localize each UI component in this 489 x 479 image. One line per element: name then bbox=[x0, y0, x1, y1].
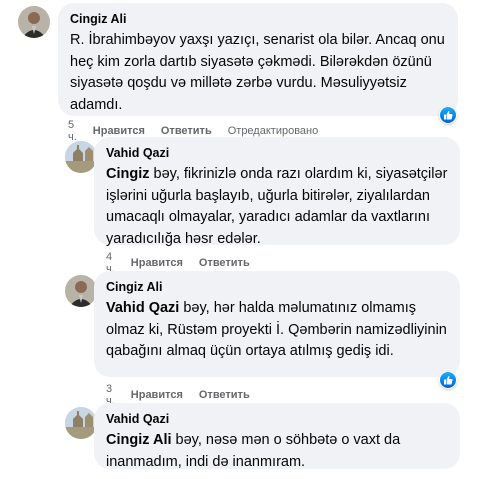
reply-button[interactable]: Ответить bbox=[199, 389, 250, 401]
comment-text: Cingiz Ali bəy, nəsə mən o söhbətə o vax… bbox=[106, 432, 401, 470]
comment-author[interactable]: Vahid Qazi bbox=[106, 145, 448, 161]
comment-text: R. İbrahimbəyov yaxşı yazıçı, senarist o… bbox=[70, 32, 445, 113]
like-icon bbox=[440, 372, 456, 388]
avatar[interactable] bbox=[65, 141, 97, 173]
like-reaction-badge[interactable] bbox=[439, 371, 457, 389]
reply-button[interactable]: Ответить bbox=[161, 125, 212, 137]
like-icon bbox=[440, 107, 456, 123]
mention-link[interactable]: Vahid Qazi bbox=[106, 300, 179, 316]
comment-bubble: Cingiz Ali R. İbrahimbəyov yaxşı yazıçı,… bbox=[58, 3, 458, 116]
like-button[interactable]: Нравится bbox=[93, 125, 145, 137]
comment-time[interactable]: 5 ч. bbox=[68, 119, 77, 143]
reply-button[interactable]: Ответить bbox=[199, 257, 250, 269]
comment-text: Cingiz bəy, fikrinizlə onda razı olardım… bbox=[106, 166, 448, 247]
avatar[interactable] bbox=[18, 6, 50, 38]
comment-author[interactable]: Vahid Qazi bbox=[106, 411, 448, 427]
edited-label: Отредактировано bbox=[227, 125, 319, 137]
like-reaction-badge[interactable] bbox=[439, 106, 457, 124]
comment-author[interactable]: Cingiz Ali bbox=[70, 11, 446, 27]
avatar[interactable] bbox=[65, 275, 97, 307]
mention-link[interactable]: Cingiz Ali bbox=[106, 432, 172, 448]
comment-text: Vahid Qazi bəy, hər halda məlumatınız ol… bbox=[106, 300, 447, 359]
comment-bubble: Vahid Qazi Cingiz bəy, fikrinizlə onda r… bbox=[94, 137, 460, 247]
like-button[interactable]: Нравится bbox=[131, 257, 183, 269]
like-button[interactable]: Нравится bbox=[131, 389, 183, 401]
comment-author[interactable]: Cingiz Ali bbox=[106, 279, 448, 295]
mention-link[interactable]: Cingiz bbox=[106, 166, 150, 182]
comment-bubble: Vahid Qazi Cingiz Ali bəy, nəsə mən o sö… bbox=[94, 403, 460, 470]
comment-bubble: Cingiz Ali Vahid Qazi bəy, hər halda məl… bbox=[94, 271, 460, 377]
avatar[interactable] bbox=[65, 407, 97, 439]
